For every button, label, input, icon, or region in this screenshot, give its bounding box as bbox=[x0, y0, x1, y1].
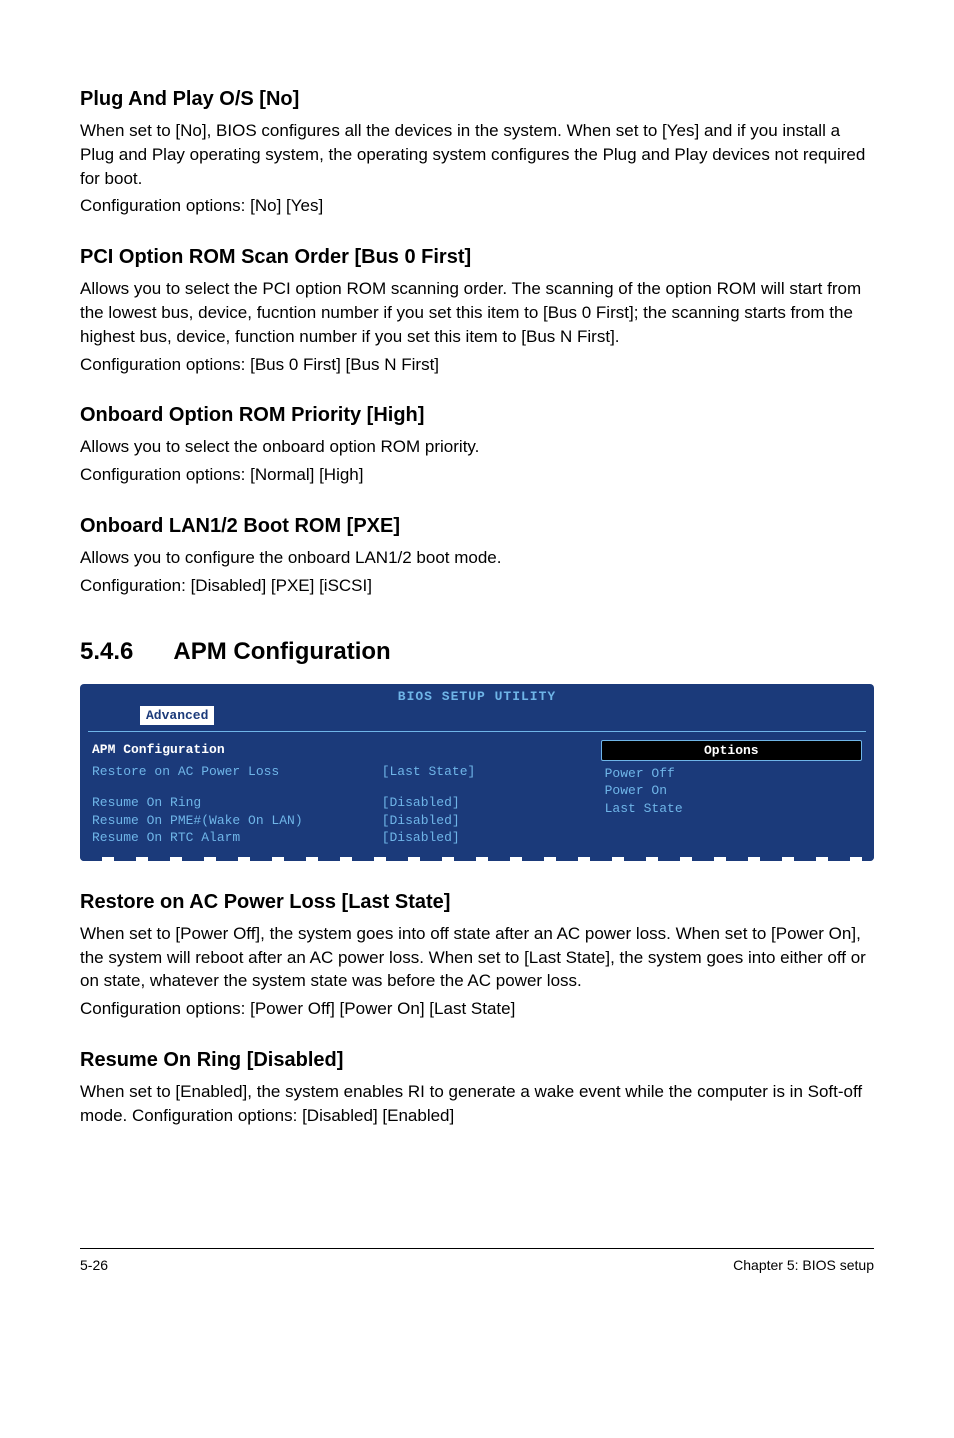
bios-value: [Last State] bbox=[382, 763, 589, 781]
body-onboard-lan-boot: Allows you to configure the onboard LAN1… bbox=[80, 546, 874, 570]
bios-left-pane: APM Configuration Restore on AC Power Lo… bbox=[80, 736, 601, 847]
bios-label: Resume On Ring bbox=[92, 794, 382, 812]
heading-resume-ring: Resume On Ring [Disabled] bbox=[80, 1049, 874, 1072]
bios-spacer bbox=[92, 780, 589, 794]
subsection-number: 5.4.6 bbox=[80, 638, 133, 666]
bios-label: Resume On PME#(Wake On LAN) bbox=[92, 812, 382, 830]
bios-options-header: Options bbox=[601, 740, 862, 761]
bios-label: Resume On RTC Alarm bbox=[92, 829, 382, 847]
body-resume-ring: When set to [Enabled], the system enable… bbox=[80, 1080, 874, 1128]
bios-bottom-border bbox=[80, 857, 874, 861]
bios-title: BIOS SETUP UTILITY bbox=[80, 684, 874, 706]
bios-row-resume-ring[interactable]: Resume On Ring [Disabled] bbox=[92, 794, 589, 812]
config-onboard-rom-priority: Configuration options: [Normal] [High] bbox=[80, 463, 874, 487]
body-onboard-rom-priority: Allows you to select the onboard option … bbox=[80, 435, 874, 459]
subsection-name: APM Configuration bbox=[173, 638, 390, 665]
heading-plug-and-play: Plug And Play O/S [No] bbox=[80, 88, 874, 111]
page-number: 5-26 bbox=[80, 1257, 108, 1273]
config-pci-option-rom: Configuration options: [Bus 0 First] [Bu… bbox=[80, 353, 874, 377]
bios-tab-row: Advanced bbox=[80, 706, 874, 731]
bios-panel: BIOS SETUP UTILITY Advanced APM Configur… bbox=[80, 684, 874, 861]
heading-pci-option-rom: PCI Option ROM Scan Order [Bus 0 First] bbox=[80, 246, 874, 269]
bios-tab-advanced[interactable]: Advanced bbox=[140, 706, 214, 725]
bios-option-power-on[interactable]: Power On bbox=[601, 782, 862, 800]
bios-right-pane: Options Power Off Power On Last State bbox=[601, 736, 874, 847]
bios-value: [Disabled] bbox=[382, 812, 589, 830]
bios-label: Restore on AC Power Loss bbox=[92, 763, 382, 781]
body-restore-ac: When set to [Power Off], the system goes… bbox=[80, 922, 874, 993]
config-plug-and-play: Configuration options: [No] [Yes] bbox=[80, 194, 874, 218]
heading-onboard-lan-boot: Onboard LAN1/2 Boot ROM [PXE] bbox=[80, 515, 874, 538]
config-onboard-lan-boot: Configuration: [Disabled] [PXE] [iSCSI] bbox=[80, 574, 874, 598]
bios-option-last-state[interactable]: Last State bbox=[601, 800, 862, 818]
bios-value: [Disabled] bbox=[382, 794, 589, 812]
bios-content: APM Configuration Restore on AC Power Lo… bbox=[80, 732, 874, 857]
page-footer: 5-26 Chapter 5: BIOS setup bbox=[80, 1248, 874, 1273]
body-plug-and-play: When set to [No], BIOS configures all th… bbox=[80, 119, 874, 190]
config-restore-ac: Configuration options: [Power Off] [Powe… bbox=[80, 997, 874, 1021]
bios-row-resume-pme[interactable]: Resume On PME#(Wake On LAN) [Disabled] bbox=[92, 812, 589, 830]
bios-row-restore-ac[interactable]: Restore on AC Power Loss [Last State] bbox=[92, 763, 589, 781]
heading-restore-ac: Restore on AC Power Loss [Last State] bbox=[80, 891, 874, 914]
bios-option-power-off[interactable]: Power Off bbox=[601, 765, 862, 783]
bios-row-resume-rtc[interactable]: Resume On RTC Alarm [Disabled] bbox=[92, 829, 589, 847]
bios-value: [Disabled] bbox=[382, 829, 589, 847]
chapter-label: Chapter 5: BIOS setup bbox=[733, 1257, 874, 1273]
bios-sub-header: APM Configuration bbox=[92, 740, 589, 763]
body-pci-option-rom: Allows you to select the PCI option ROM … bbox=[80, 277, 874, 348]
heading-onboard-rom-priority: Onboard Option ROM Priority [High] bbox=[80, 404, 874, 427]
subsection-title: 5.4.6 APM Configuration bbox=[80, 638, 874, 666]
